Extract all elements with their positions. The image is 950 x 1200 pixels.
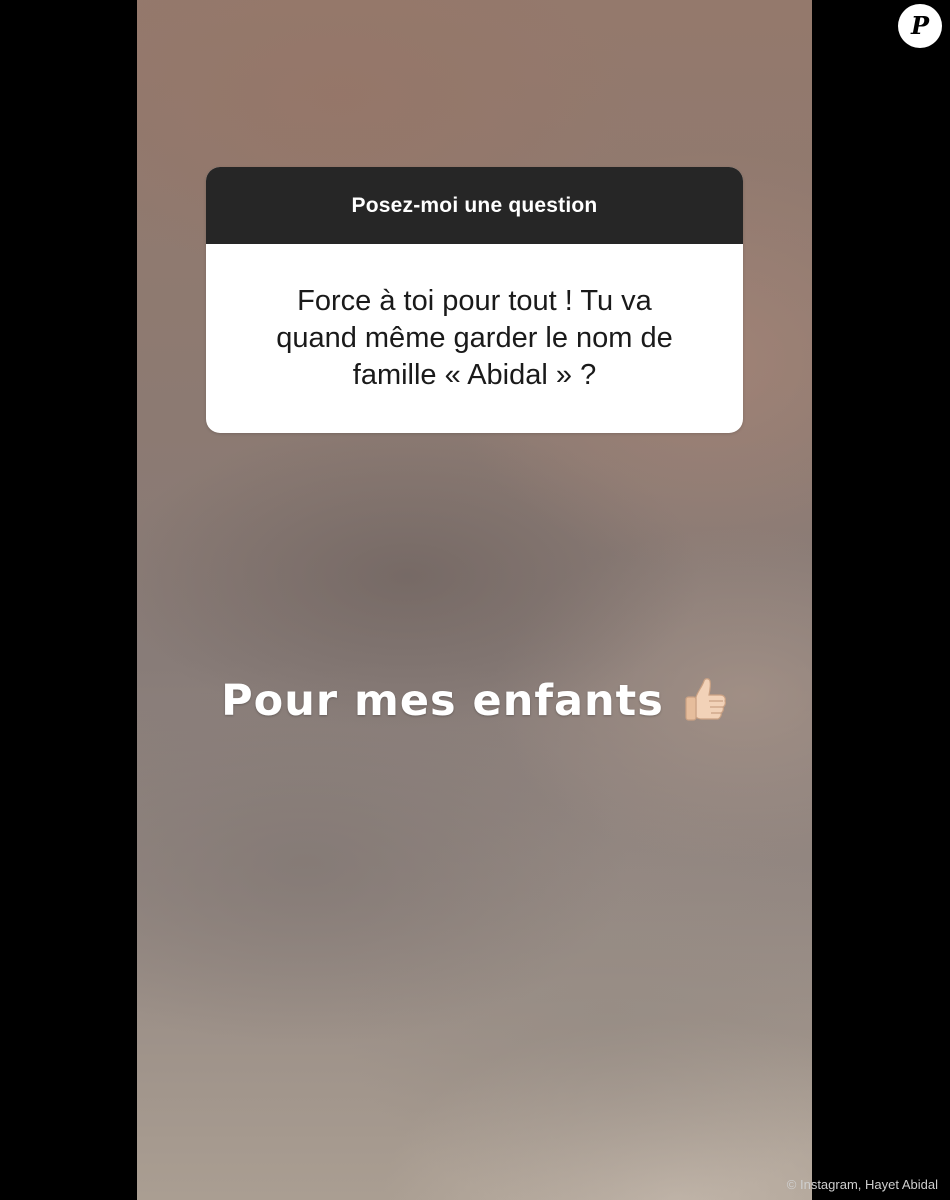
photo-credit: © Instagram, Hayet Abidal [786, 1177, 938, 1192]
thumbs-up-icon [682, 677, 728, 725]
watermark-logo: P [898, 4, 942, 48]
watermark-logo-letter: P [910, 11, 930, 40]
photo-frame: Posez-moi une question Force à toi pour … [0, 0, 950, 1200]
question-sticker[interactable]: Posez-moi une question Force à toi pour … [206, 167, 743, 433]
answer-caption: Pour mes enfants [137, 676, 812, 726]
question-sticker-title: Posez-moi une question [351, 193, 598, 217]
question-text: Force à toi pour tout ! Tu va quand même… [276, 283, 673, 394]
question-sticker-header: Posez-moi une question [206, 167, 743, 244]
question-sticker-body: Force à toi pour tout ! Tu va quand même… [206, 244, 743, 433]
answer-text: Pour mes enfants [221, 676, 664, 726]
question-line-1: Force à toi pour tout ! Tu va [297, 285, 652, 317]
question-line-3: famille « Abidal » ? [352, 359, 597, 391]
story-background: Posez-moi une question Force à toi pour … [137, 0, 812, 1200]
question-line-2: quand même garder le nom de [276, 322, 673, 354]
